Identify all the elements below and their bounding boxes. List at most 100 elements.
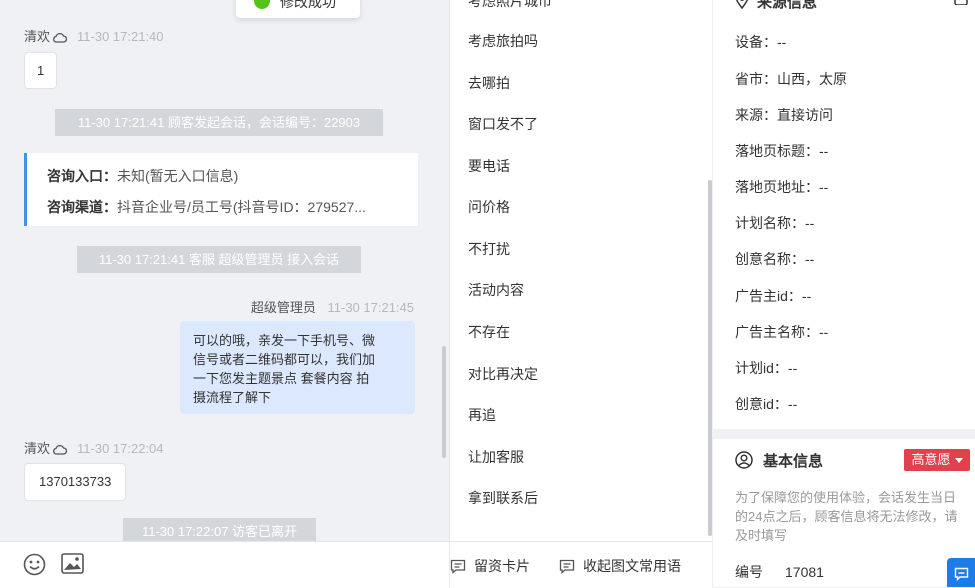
quick-replies-panel: 考虑照片城市 考虑旅拍吗 去哪拍 窗口发不了 要电话 问价格 不打扰 活动内容 … — [449, 0, 712, 587]
intent-dropdown[interactable]: 高意愿 — [904, 449, 970, 471]
field-value: -- — [777, 34, 786, 50]
location-pin-icon — [735, 0, 749, 9]
customer-info-panel: 来源信息 设备：-- 省市：山西，太原 来源：直接访问 落地页标题：-- 落地页… — [713, 0, 975, 587]
chat-scrollbar[interactable] — [442, 346, 446, 458]
smile-icon[interactable] — [23, 553, 46, 576]
field-advertiser-name: 广告主名称：-- — [735, 322, 828, 342]
quick-reply-item[interactable]: 活动内容 — [468, 280, 524, 300]
field-value: -- — [819, 324, 828, 340]
message-meta: 超级管理员 11-30 17:21:45 — [251, 297, 414, 316]
entry-label: 咨询入口： — [47, 168, 117, 184]
field-label: 来源： — [735, 107, 777, 123]
success-icon — [254, 0, 270, 9]
quick-reply-item[interactable]: 不打扰 — [468, 239, 510, 259]
image-icon[interactable] — [61, 553, 84, 574]
field-label: 落地页标题： — [735, 143, 819, 159]
message-time: 11-30 17:21:40 — [77, 29, 164, 44]
basic-info-header: 基本信息 — [735, 450, 823, 471]
field-label: 落地页地址： — [735, 179, 819, 195]
quick-reply-item[interactable]: 问价格 — [468, 197, 510, 217]
message-bubble: 1 — [24, 52, 57, 89]
chat-panel: 修改成功 清欢11-30 17:21:40 1 11-30 17:21:41 顾… — [0, 0, 449, 541]
message-meta: 清欢11-30 17:21:40 — [24, 26, 164, 45]
field-value: -- — [802, 288, 811, 304]
message-line: 信号或者二维码都可以，我们加 — [193, 350, 415, 369]
field-source: 来源：直接访问 — [735, 105, 833, 125]
edit-icon[interactable] — [953, 0, 969, 5]
quick-reply-item[interactable]: 对比再决定 — [468, 364, 538, 384]
message-line: 可以的哦，亲发一下手机号、微 — [193, 331, 415, 350]
reply-toolbar: 留资卡片 收起图文常用语 — [450, 541, 712, 588]
quick-reply-item[interactable]: 要电话 — [468, 156, 510, 176]
consult-entry-card: 咨询入口：未知(暂无入口信息) 咨询渠道：抖音企业号/员工号(抖音号ID：279… — [24, 153, 418, 226]
field-device: 设备：-- — [735, 32, 786, 52]
field-label: 计划名称： — [735, 215, 805, 231]
basic-info-title: 基本信息 — [763, 453, 823, 470]
field-label: 创意名称： — [735, 251, 805, 267]
sender-name: 超级管理员 — [251, 300, 316, 315]
lead-card-button[interactable]: 留资卡片 — [450, 556, 530, 576]
field-value: -- — [805, 251, 814, 267]
quick-reply-item[interactable]: 拿到联系后 — [468, 488, 538, 508]
field-label: 创意id： — [735, 396, 788, 412]
intent-label: 高意愿 — [911, 452, 950, 467]
field-value: 山西，太原 — [777, 71, 847, 87]
sender-name: 清欢 — [24, 441, 50, 456]
edit-notice: 为了保障您的使用体验，会话发生当日的24点之后，顾客信息将无法修改，请及时填写 — [735, 488, 967, 545]
message-time: 11-30 17:21:45 — [328, 300, 415, 315]
user-circle-icon — [735, 451, 753, 469]
channel-row: 咨询渠道：抖音企业号/员工号(抖音号ID：279527... — [47, 197, 366, 217]
field-id: 编号17081 — [735, 562, 824, 582]
field-label: 设备： — [735, 34, 777, 50]
quick-reply-item[interactable]: 再追 — [468, 405, 496, 425]
message-time: 11-30 17:22:04 — [77, 441, 164, 456]
source-info-header: 来源信息 — [735, 0, 817, 12]
field-creative-id: 创意id：-- — [735, 394, 797, 414]
message-line: 一下您发主题景点 套餐内容 拍 — [193, 369, 415, 388]
message-line: 摄流程了解下 — [193, 388, 415, 407]
field-plan-id: 计划id：-- — [735, 358, 797, 378]
quick-reply-item[interactable]: 考虑照片城市 — [468, 0, 552, 11]
field-label: 计划id： — [735, 360, 788, 376]
field-value: -- — [819, 179, 828, 195]
chat-toolbar — [0, 541, 449, 588]
message-icon — [954, 567, 969, 581]
system-message: 11-30 17:21:41 顾客发起会话，会话编号：22903 — [55, 109, 383, 136]
collapse-phrases-label: 收起图文常用语 — [583, 558, 681, 574]
field-label: 广告主id： — [735, 288, 802, 304]
message-bubble: 可以的哦，亲发一下手机号、微 信号或者二维码都可以，我们加 一下您发主题景点 套… — [180, 321, 415, 414]
cloud-icon — [52, 444, 67, 455]
channel-label: 咨询渠道： — [47, 199, 117, 215]
caret-down-icon — [955, 458, 963, 463]
chat-float-button[interactable] — [947, 558, 975, 587]
collapse-phrases-button[interactable]: 收起图文常用语 — [559, 556, 681, 576]
field-province-city: 省市：山西，太原 — [735, 69, 847, 89]
success-toast: 修改成功 — [236, 0, 360, 18]
phrase-icon — [559, 559, 575, 574]
quick-reply-item[interactable]: 不存在 — [468, 322, 510, 342]
field-creative-name: 创意名称：-- — [735, 249, 814, 269]
quick-replies-scrollbar[interactable] — [708, 180, 712, 536]
message-meta: 清欢 11-30 17:22:04 — [24, 438, 164, 457]
channel-value: 抖音企业号/员工号(抖音号ID：279527... — [117, 199, 366, 215]
field-value: 直接访问 — [777, 107, 833, 123]
cloud-icon — [52, 32, 67, 43]
system-message: 11-30 17:22:07 访客已离开 — [123, 518, 316, 541]
field-advertiser-id: 广告主id：-- — [735, 286, 811, 306]
toast-text: 修改成功 — [280, 0, 336, 12]
card-icon — [450, 559, 466, 574]
quick-reply-item[interactable]: 让加客服 — [468, 447, 524, 467]
quick-reply-item[interactable]: 窗口发不了 — [468, 114, 538, 134]
field-landing-title: 落地页标题：-- — [735, 141, 828, 161]
system-message: 11-30 17:21:41 客服 超级管理员 接入会话 — [77, 246, 361, 273]
field-plan-name: 计划名称：-- — [735, 213, 814, 233]
field-value: -- — [788, 360, 797, 376]
message-bubble: 1370133733 — [24, 463, 126, 501]
field-label: 省市： — [735, 71, 777, 87]
field-value: -- — [805, 215, 814, 231]
entry-value: 未知(暂无入口信息) — [117, 168, 238, 184]
quick-reply-item[interactable]: 考虑旅拍吗 — [468, 31, 538, 51]
quick-reply-item[interactable]: 去哪拍 — [468, 73, 510, 93]
id-label: 编号 — [735, 564, 763, 580]
entry-row: 咨询入口：未知(暂无入口信息) — [47, 166, 238, 186]
